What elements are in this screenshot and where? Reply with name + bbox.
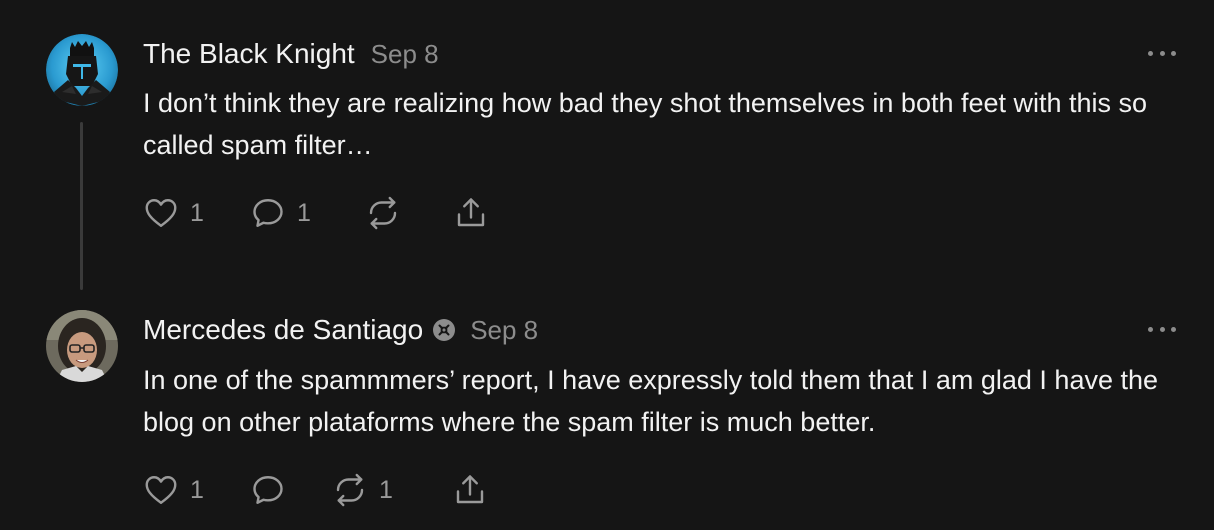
author-name[interactable]: The Black Knight — [143, 38, 355, 70]
reply-count: 1 — [297, 198, 311, 227]
restack-count: 1 — [379, 475, 393, 504]
thread-line — [80, 122, 83, 290]
like-count: 1 — [190, 198, 204, 227]
dot — [1148, 50, 1153, 56]
restack-icon — [369, 196, 397, 230]
share-button[interactable] — [452, 472, 488, 508]
avatar[interactable] — [46, 34, 118, 106]
heart-icon — [145, 199, 177, 227]
restack-button[interactable]: 1 — [332, 472, 452, 508]
comment-date[interactable]: Sep 8 — [470, 315, 538, 346]
woman-with-glasses-avatar-icon — [46, 310, 118, 382]
dot — [1148, 326, 1153, 332]
dot — [1171, 50, 1176, 56]
like-count: 1 — [190, 475, 204, 504]
reply-button[interactable] — [250, 472, 332, 508]
avatar[interactable] — [46, 310, 118, 382]
dot — [1171, 326, 1176, 332]
share-icon — [456, 475, 484, 504]
comment-text: In one of the spammmers’ report, I have … — [143, 365, 1159, 437]
comment: The Black Knight Sep 8 I don’t think the… — [0, 0, 1214, 300]
dot — [1159, 326, 1165, 332]
comment-header: Mercedes de Santiago Sep 8 — [143, 314, 538, 346]
share-icon — [457, 198, 485, 227]
comment-text: I don’t think they are realizing how bad… — [143, 88, 1148, 160]
share-button[interactable] — [453, 195, 489, 231]
comment-bubble-icon — [253, 199, 283, 227]
black-knight-avatar-icon — [46, 34, 118, 106]
comment-date[interactable]: Sep 8 — [371, 39, 439, 70]
comment: Mercedes de Santiago Sep 8 In one of the… — [0, 300, 1214, 530]
like-button[interactable]: 1 — [143, 472, 250, 508]
restack-button[interactable] — [365, 195, 453, 231]
reply-button[interactable]: 1 — [250, 195, 365, 231]
comment-actions: 1 1 — [143, 195, 489, 231]
comment-actions: 1 1 — [143, 472, 488, 508]
like-button[interactable]: 1 — [143, 195, 250, 231]
author-name[interactable]: Mercedes de Santiago — [143, 314, 423, 346]
more-options-button[interactable] — [1148, 48, 1176, 58]
comment-bubble-icon — [253, 476, 283, 504]
dot — [1159, 50, 1165, 56]
comment-header: The Black Knight Sep 8 — [143, 38, 439, 70]
subscriber-badge-icon — [432, 318, 456, 342]
restack-icon — [336, 473, 364, 507]
more-options-button[interactable] — [1148, 324, 1176, 334]
heart-icon — [145, 476, 177, 504]
